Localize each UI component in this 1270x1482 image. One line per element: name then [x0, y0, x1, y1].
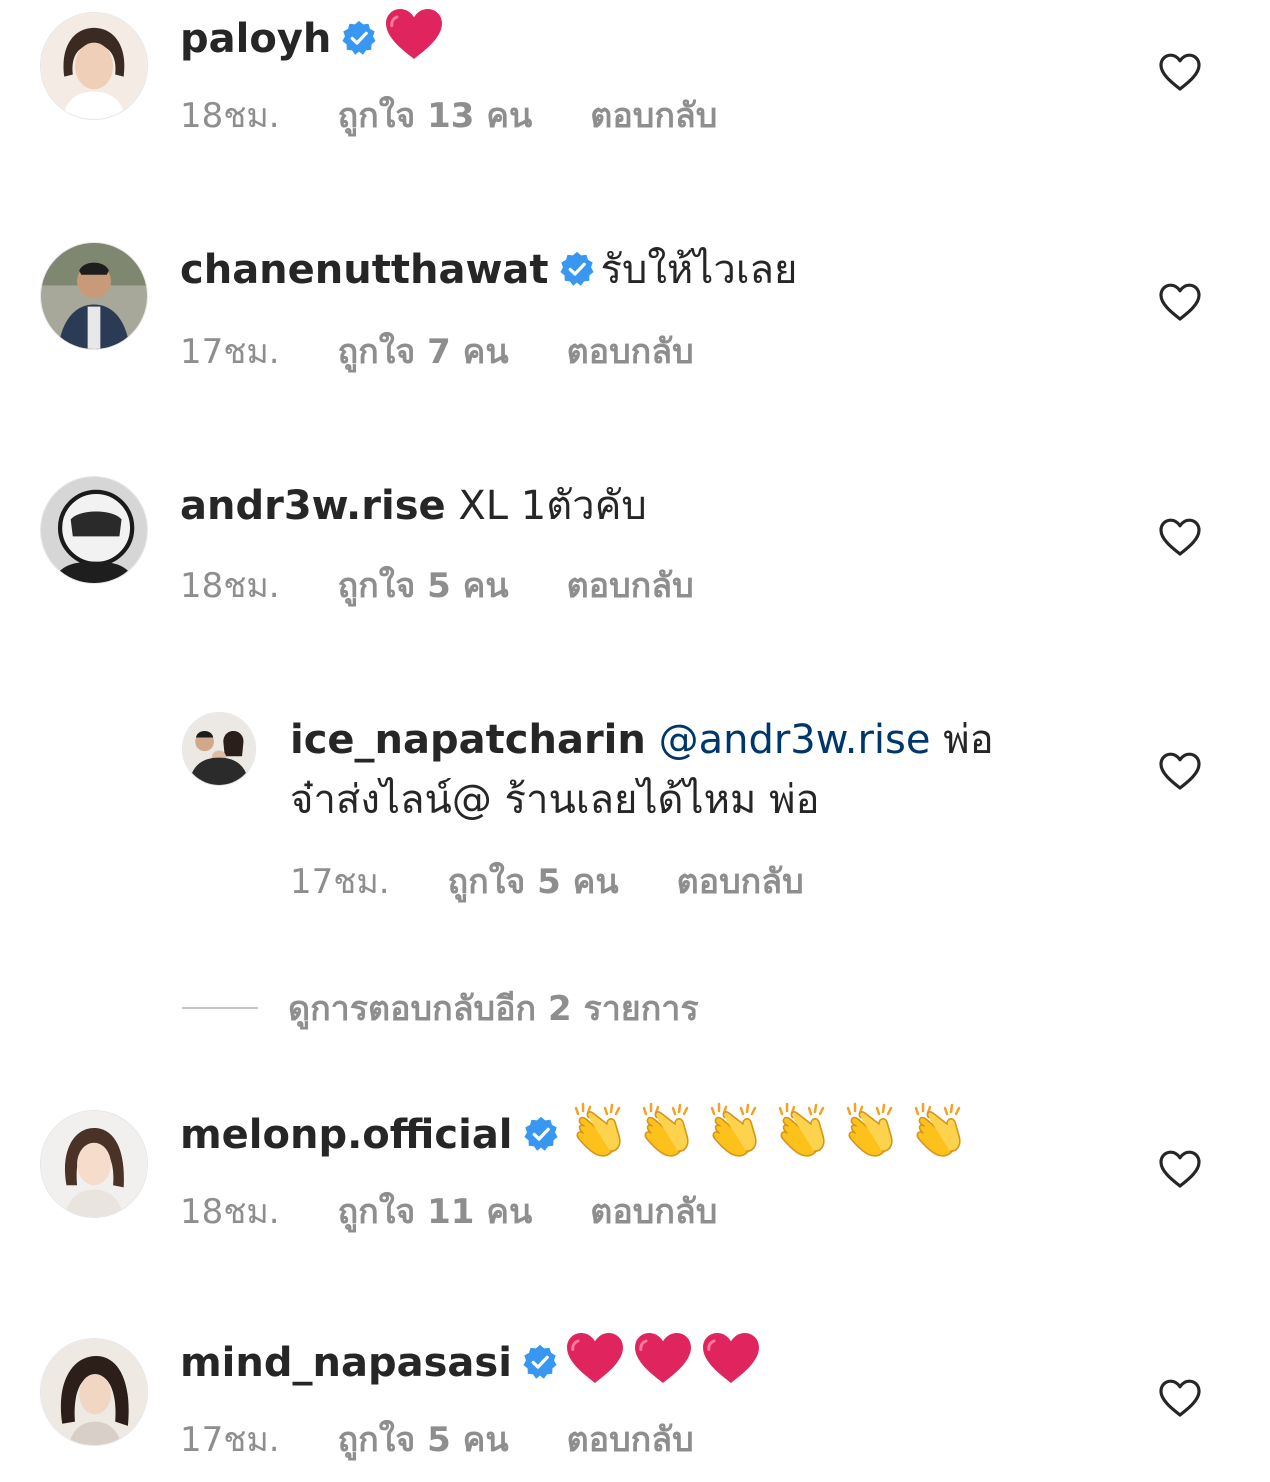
red-heart-emoji-icon [564, 1330, 626, 1386]
avatar[interactable] [40, 476, 148, 584]
divider [182, 1007, 258, 1009]
clapping-hands-emoji-icon [565, 1102, 627, 1158]
red-heart-emoji-icon [700, 1330, 762, 1386]
like-heart-icon[interactable] [1158, 282, 1202, 322]
like-heart-icon[interactable] [1158, 52, 1202, 92]
verified-badge-icon [522, 1344, 558, 1380]
avatar[interactable] [40, 12, 148, 120]
reply-button[interactable]: ตอบกลับ [567, 1420, 694, 1460]
mention-link[interactable]: @andr3w.rise [659, 717, 931, 763]
verified-badge-icon [559, 251, 595, 287]
comment-time: 17ชม. [290, 862, 390, 902]
like-heart-icon[interactable] [1158, 1149, 1202, 1189]
avatar[interactable] [40, 242, 148, 350]
comment-time: 17ชม. [180, 332, 280, 372]
comment-meta: 17ชม. ถูกใจ 7 คน ตอบกลับ [180, 332, 694, 372]
comment-text: melonp.official [180, 1102, 973, 1165]
avatar[interactable] [182, 712, 256, 786]
comment-meta: 18ชม. ถูกใจ 5 คน ตอบกลับ [180, 566, 694, 606]
comment-body: จ๋าส่งไลน์@ ร้านเลยได้ไหม พ่อ [290, 777, 820, 823]
view-more-replies-button[interactable]: ดูการตอบกลับอีก 2 รายการ [182, 986, 699, 1030]
username[interactable]: melonp.official [180, 1112, 513, 1158]
clapping-hands-emoji-icon [905, 1102, 967, 1158]
verified-badge-icon [523, 1116, 559, 1152]
reply-button[interactable]: ตอบกลับ [567, 332, 694, 372]
username[interactable]: ice_napatcharin [290, 717, 646, 763]
comment-meta: 18ชม. ถูกใจ 11 คน ตอบกลับ [180, 1192, 717, 1232]
clapping-hands-emoji-icon [837, 1102, 899, 1158]
red-heart-emoji-icon [632, 1330, 694, 1386]
clapping-hands-emoji-icon [633, 1102, 695, 1158]
comment-meta: 18ชม. ถูกใจ 13 คน ตอบกลับ [180, 96, 717, 136]
avatar[interactable] [40, 1110, 148, 1218]
likes-count[interactable]: ถูกใจ 7 คน [338, 332, 509, 372]
username[interactable]: andr3w.rise [180, 483, 446, 529]
comment-time: 17ชม. [180, 1420, 280, 1460]
username[interactable]: mind_napasasi [180, 1340, 512, 1386]
comment-time: 18ชม. [180, 1192, 280, 1232]
likes-count[interactable]: ถูกใจ 11 คน [338, 1192, 533, 1232]
comment-body: รับให้ไวเลย [600, 247, 798, 293]
like-heart-icon[interactable] [1158, 1378, 1202, 1418]
reply-button[interactable]: ตอบกลับ [677, 862, 804, 902]
verified-badge-icon [341, 20, 377, 56]
reply-button[interactable]: ตอบกลับ [590, 96, 717, 136]
comment-meta: 17ชม. ถูกใจ 5 คน ตอบกลับ [290, 862, 804, 902]
comment-time: 18ชม. [180, 566, 280, 606]
comment-body: XL 1ตัวคับ [458, 483, 647, 529]
comment-body: พ่อ [943, 717, 994, 763]
username[interactable]: chanenutthawat [180, 247, 549, 293]
like-heart-icon[interactable] [1158, 517, 1202, 557]
comment-meta: 17ชม. ถูกใจ 5 คน ตอบกลับ [180, 1420, 694, 1460]
likes-count[interactable]: ถูกใจ 5 คน [338, 566, 509, 606]
comment-text: andr3w.rise XL 1ตัวคับ [180, 476, 647, 536]
avatar[interactable] [40, 1338, 148, 1446]
comment-time: 18ชม. [180, 96, 280, 136]
clapping-hands-emoji-icon [769, 1102, 831, 1158]
username[interactable]: paloyh [180, 16, 331, 62]
likes-count[interactable]: ถูกใจ 13 คน [338, 96, 533, 136]
clapping-hands-emoji-icon [701, 1102, 763, 1158]
view-more-replies-label: ดูการตอบกลับอีก 2 รายการ [288, 989, 699, 1029]
comment-text: paloyh [180, 6, 451, 69]
like-heart-icon[interactable] [1158, 751, 1202, 791]
likes-count[interactable]: ถูกใจ 5 คน [338, 1420, 509, 1460]
red-heart-emoji-icon [383, 6, 445, 62]
comment-text: chanenutthawat รับให้ไวเลย [180, 240, 798, 300]
reply-button[interactable]: ตอบกลับ [590, 1192, 717, 1232]
comment-text: mind_napasasi [180, 1330, 768, 1393]
reply-button[interactable]: ตอบกลับ [567, 566, 694, 606]
comment-text-line2: จ๋าส่งไลน์@ ร้านเลยได้ไหม พ่อ [290, 770, 820, 830]
likes-count[interactable]: ถูกใจ 5 คน [448, 862, 619, 902]
comment-text: ice_napatcharin @andr3w.rise พ่อ [290, 710, 994, 770]
